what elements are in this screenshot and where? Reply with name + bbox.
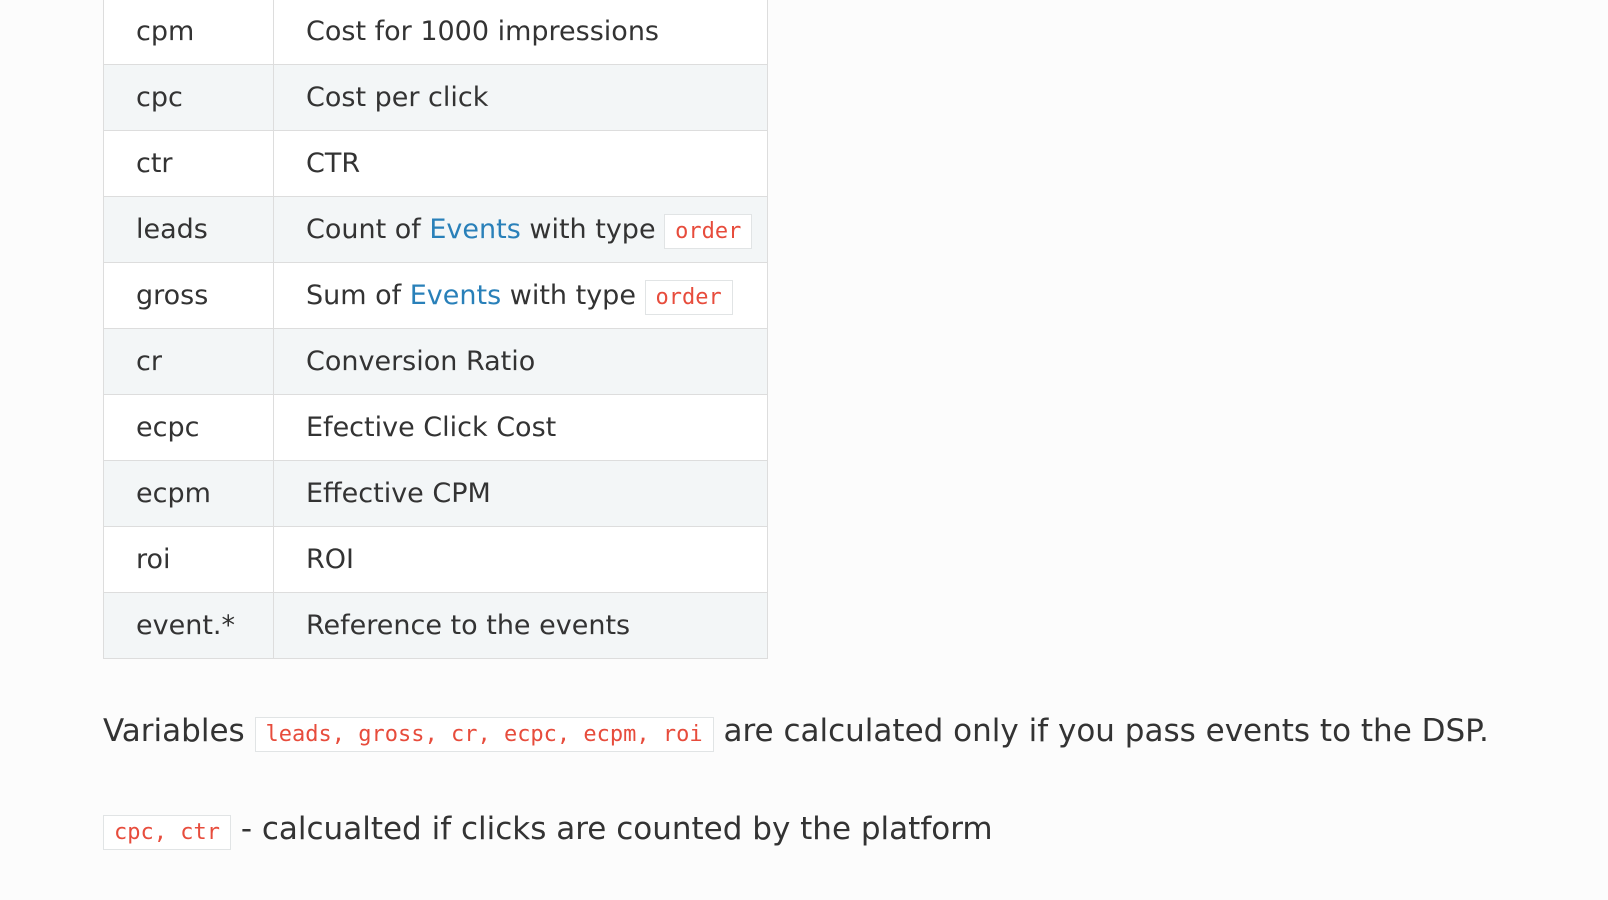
variable-name: cr xyxy=(103,328,274,395)
table-row: leads Count of Events with type order xyxy=(103,196,768,263)
table-row: cpc Cost per click xyxy=(103,64,768,131)
description-text: Sum of xyxy=(306,280,410,311)
inline-code: cpc, ctr xyxy=(103,815,231,850)
variable-description: CTR xyxy=(273,130,768,197)
variable-name: leads xyxy=(103,196,274,263)
clicks-note: cpc, ctr - calcualted if clicks are coun… xyxy=(103,811,1503,850)
description-text: with type xyxy=(501,280,645,311)
table-row: ctr CTR xyxy=(103,130,768,197)
variable-description: Reference to the events xyxy=(273,592,768,659)
inline-code: leads, gross, cr, ecpc, ecpm, roi xyxy=(254,717,714,752)
table-row: cr Conversion Ratio xyxy=(103,328,768,395)
description-text: with type xyxy=(520,214,665,245)
variable-description: Cost per click xyxy=(273,64,768,131)
variables-table: cpm Cost for 1000 impressions cpc Cost p… xyxy=(103,0,768,659)
description-text: Count of xyxy=(306,214,430,245)
variable-description: Conversion Ratio xyxy=(273,328,768,395)
variable-name: ctr xyxy=(103,130,274,197)
table-row: roi ROI xyxy=(103,526,768,593)
variable-name: ecpm xyxy=(103,460,274,527)
inline-code: order xyxy=(644,280,733,315)
events-note: Variables leads, gross, cr, ecpc, ecpm, … xyxy=(103,713,1503,752)
note-text: - calcualted if clicks are counted by th… xyxy=(230,811,993,847)
variable-description: Count of Events with type order xyxy=(273,196,768,263)
variable-name: gross xyxy=(103,262,274,329)
document-content: cpm Cost for 1000 impressions cpc Cost p… xyxy=(103,0,1503,850)
variable-description: Effective CPM xyxy=(273,460,768,527)
variable-description: Efective Click Cost xyxy=(273,394,768,461)
table-row: ecpm Effective CPM xyxy=(103,460,768,527)
variable-description: Cost for 1000 impressions xyxy=(273,0,768,65)
variable-description: Sum of Events with type order xyxy=(273,262,768,329)
table-row: ecpc Efective Click Cost xyxy=(103,394,768,461)
table-row: cpm Cost for 1000 impressions xyxy=(103,0,768,65)
note-text: Variables xyxy=(103,713,255,749)
events-link[interactable]: Events xyxy=(410,280,501,311)
table-row: event.* Reference to the events xyxy=(103,592,768,659)
variable-name: cpm xyxy=(103,0,274,65)
variable-name: event.* xyxy=(103,592,274,659)
variable-name: cpc xyxy=(103,64,274,131)
variable-name: ecpc xyxy=(103,394,274,461)
variable-description: ROI xyxy=(273,526,768,593)
variable-name: roi xyxy=(103,526,274,593)
note-text: are calculated only if you pass events t… xyxy=(713,713,1489,749)
inline-code: order xyxy=(664,214,753,249)
events-link[interactable]: Events xyxy=(429,214,520,245)
table-row: gross Sum of Events with type order xyxy=(103,262,768,329)
